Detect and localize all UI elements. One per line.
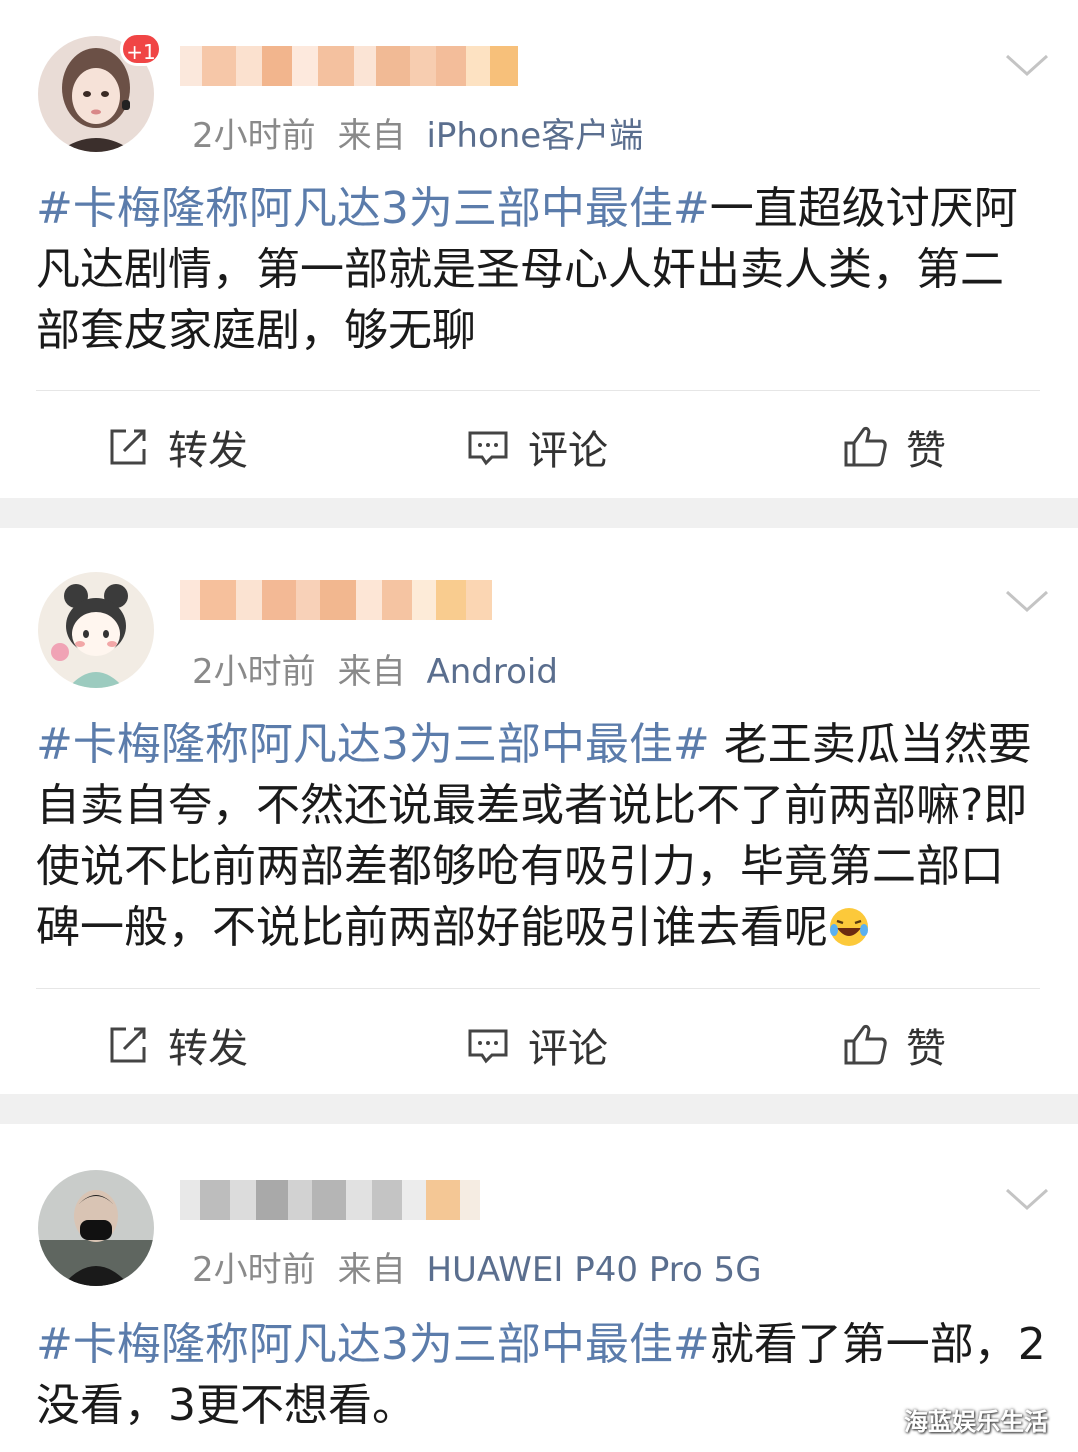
post-card: +1 2小时前 来自 iPhone客户端 #卡梅隆称阿凡达3为三部中最佳#一直超级… [0,0,1078,498]
post-meta: 2小时前 来自 HUAWEI P40 Pro 5G [192,1242,762,1291]
like-label: 赞 [906,1026,946,1072]
username-blurred[interactable] [180,40,518,92]
like-label: 赞 [906,428,946,474]
post-separator [0,1094,1078,1124]
like-button[interactable]: 赞 [842,1016,946,1074]
like-icon [844,1024,887,1065]
post-meta: 2小时前 来自 iPhone客户端 [192,108,643,157]
avatar-image [38,1170,154,1286]
username-blurred[interactable] [180,1174,480,1226]
divider [36,988,1040,989]
post-meta: 2小时前 来自 Android [192,644,558,693]
post-text: #卡梅隆称阿凡达3为三部中最佳# 老王卖瓜当然要自卖自夸，不然还说最差或者说比不… [36,714,1046,958]
like-icon [844,426,887,467]
source-prefix: 来自 [337,652,406,692]
post-time: 2小时前 [192,116,316,156]
divider [36,390,1040,391]
post-source[interactable]: Android [426,652,557,692]
source-prefix: 来自 [337,1250,406,1290]
post-separator [0,498,1078,528]
avatar[interactable] [38,572,154,688]
post-time: 2小时前 [192,652,316,692]
comment-icon [468,1029,508,1064]
comment-button[interactable]: 评论 [464,418,608,476]
hashtag-link[interactable]: #卡梅隆称阿凡达3为三部中最佳# [36,1319,710,1370]
chevron-down-icon[interactable] [1004,52,1050,80]
comment-button[interactable]: 评论 [464,1016,608,1074]
repost-icon [110,1027,146,1063]
post-text: #卡梅隆称阿凡达3为三部中最佳#就看了第一部，2没看，3更不想看。 [36,1314,1046,1436]
like-button[interactable]: 赞 [842,418,946,476]
repost-button[interactable]: 转发 [104,1016,248,1074]
avatar[interactable] [38,1170,154,1286]
avatar-image [38,572,154,688]
notification-badge: +1 [120,32,162,66]
chevron-down-icon[interactable] [1004,588,1050,616]
post-text: #卡梅隆称阿凡达3为三部中最佳#一直超级讨厌阿凡达剧情，第一部就是圣母心人奸出卖… [36,178,1046,361]
watermark: 海蓝娱乐生活 [904,1408,1048,1436]
comment-label: 评论 [528,428,608,474]
chevron-down-icon[interactable] [1004,1186,1050,1214]
repost-icon [110,429,146,465]
repost-button[interactable]: 转发 [104,418,248,476]
post-time: 2小时前 [192,1250,316,1290]
repost-label: 转发 [168,428,248,474]
laughing-crying-emoji [830,908,868,946]
repost-label: 转发 [168,1026,248,1072]
source-prefix: 来自 [337,116,406,156]
post-card: 2小时前 来自 Android #卡梅隆称阿凡达3为三部中最佳# 老王卖瓜当然要自… [0,528,1078,1094]
comment-label: 评论 [528,1026,608,1072]
hashtag-link[interactable]: #卡梅隆称阿凡达3为三部中最佳# [36,183,710,234]
comment-icon [468,431,508,466]
hashtag-link[interactable]: #卡梅隆称阿凡达3为三部中最佳# [36,719,710,770]
post-source[interactable]: HUAWEI P40 Pro 5G [426,1250,761,1290]
post-source[interactable]: iPhone客户端 [426,116,643,156]
username-blurred[interactable] [180,574,492,626]
